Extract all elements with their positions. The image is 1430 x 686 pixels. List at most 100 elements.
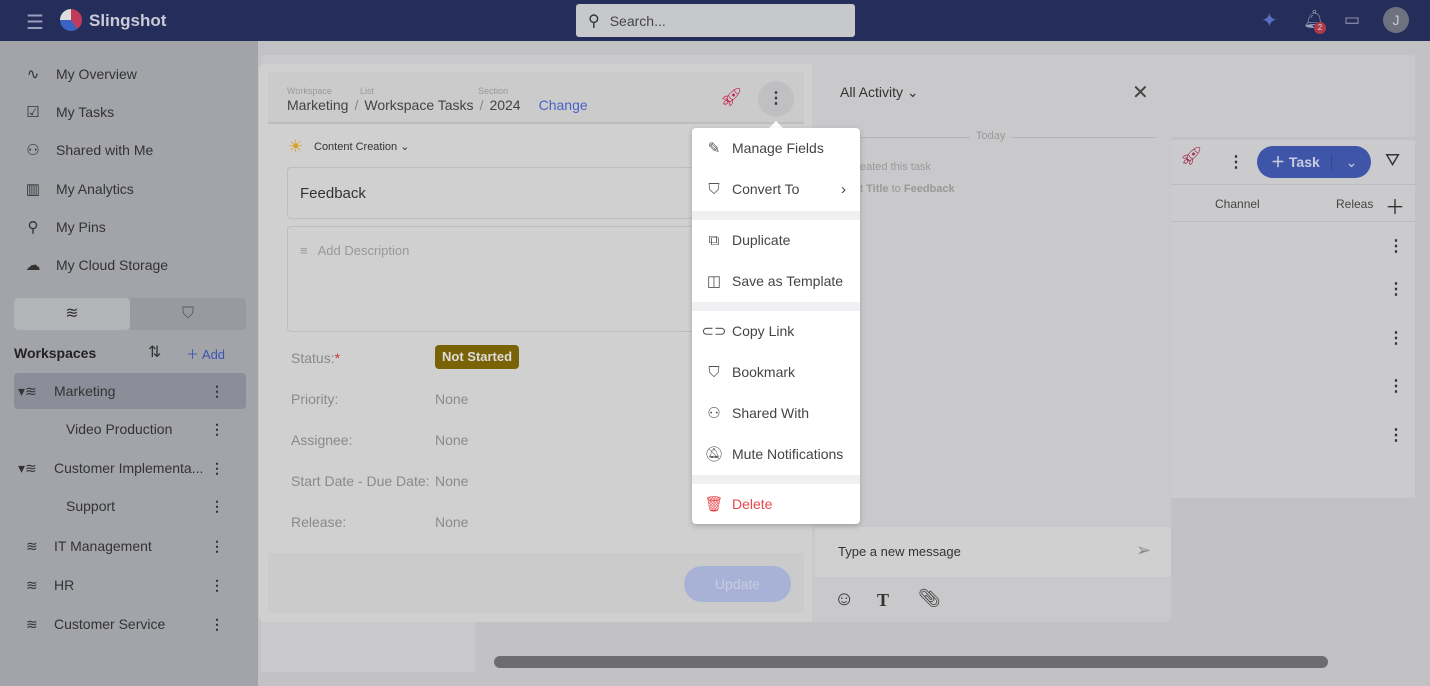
sidebar-item-label: My Cloud Storage [56,257,169,273]
lightbulb-icon: ☀ [288,137,304,156]
required-marker: * [334,350,341,366]
more-icon[interactable]: ⋮ [210,460,224,477]
menu-item-shared-with[interactable]: ⚇ Shared With [692,393,860,433]
row-more-icon[interactable]: ⋮ [1388,279,1404,299]
sidebar-tabs: ≋ ⛉ [14,298,246,330]
menu-item-manage-fields[interactable]: ✎ Manage Fields [692,128,860,168]
message-placeholder: Type a new message [838,544,961,559]
ai-sparkle-icon[interactable]: ✦ [1261,8,1278,33]
more-options-button[interactable]: ⋮ [758,81,794,117]
close-icon[interactable]: ✕ [1132,80,1149,105]
bookmark-tab-icon[interactable]: ⛉ [130,298,246,330]
add-label: Add [201,347,226,362]
row-more-icon[interactable]: ⋮ [1388,328,1404,348]
workspace-it-management[interactable]: ≋ IT Management ⋮ [14,528,246,564]
sidebar: ∿ My Overview ☑ My Tasks ⚇ Shared with Me ▥… [0,41,258,686]
chevron-right-icon: › [841,180,846,198]
menu-item-label: Convert To [732,181,800,197]
workspace-hr[interactable]: ≋ HR ⋮ [14,567,246,603]
sidebar-item-shared-with-me[interactable]: ⚇ Shared with Me [24,141,153,159]
change-location-link[interactable]: Change [539,97,588,113]
add-column-icon[interactable]: ＋ [1385,191,1405,220]
description-placeholder: Add Description [317,243,410,258]
horizontal-scrollbar[interactable] [494,656,1328,668]
column-header-release[interactable]: Releas [1336,197,1373,211]
user-add-icon: ⚇ [707,405,721,422]
rocket-icon[interactable]: 🚀︎ [720,87,743,108]
sidebar-item-my-overview[interactable]: ∿ My Overview [24,65,137,83]
breadcrumb-workspace[interactable]: Marketing [287,97,348,113]
menu-item-mute-notifications[interactable]: 🔕︎ Mute Notifications [692,434,860,474]
more-icon[interactable]: ⋮ [210,421,224,438]
pin-icon: ⚲ [27,219,39,236]
release-value[interactable]: None [435,514,468,530]
row-more-icon[interactable]: ⋮ [1388,425,1404,445]
workspace-support[interactable]: Support ⋮ [14,488,246,524]
activity-field: Title [866,183,889,195]
workspace-marketing[interactable]: ▾≋ Marketing ⋮ [14,373,246,409]
send-icon[interactable]: ➢ [1136,540,1151,561]
menu-item-duplicate[interactable]: ⧉ Duplicate [692,220,860,260]
more-icon[interactable]: ⋮ [210,383,224,400]
breadcrumb-list[interactable]: Workspace Tasks [364,97,473,113]
row-more-icon[interactable]: ⋮ [1388,236,1404,256]
more-icon[interactable]: ⋮ [1228,152,1244,172]
sidebar-item-my-pins[interactable]: ⚲ My Pins [24,218,106,236]
row-more-icon[interactable]: ⋮ [1388,376,1404,396]
field-label: Status: [291,350,335,366]
sidebar-item-my-tasks[interactable]: ☑ My Tasks [24,103,114,121]
menu-item-bookmark[interactable]: ⛉ Bookmark [692,352,860,392]
hamburger-menu-icon[interactable]: ☰ [26,10,44,35]
activity-text: t [860,183,864,195]
menu-item-save-as-template[interactable]: ◫ Save as Template [692,261,860,301]
workspace-label: IT Management [54,538,152,554]
task-title-input[interactable]: Feedback [287,167,707,219]
menu-item-copy-link[interactable]: ⊂⊃ Copy Link [692,311,860,351]
description-input[interactable]: ≡ Add Description [287,226,707,332]
sidebar-item-my-analytics[interactable]: ▥ My Analytics [24,180,134,198]
rocket-icon[interactable]: 🚀︎ [1180,146,1203,167]
sort-icon[interactable]: ⇅ [148,342,161,362]
clipboard-icon: ☑ [26,104,40,121]
chat-icon[interactable]: ▭ [1344,10,1360,30]
menu-item-delete[interactable]: 🗑︎ Delete [692,484,860,524]
more-icon[interactable]: ⋮ [210,616,224,633]
filter-icon[interactable]: ⛛ [1385,150,1400,171]
workspace-customer-service[interactable]: ≋ Customer Service ⋮ [14,606,246,642]
layers-icon: ▾≋ [18,382,37,399]
menu-item-convert-to[interactable]: ⛉ Convert To › [692,169,860,209]
search-placeholder: Search... [609,12,666,29]
column-header-channel[interactable]: Channel [1215,197,1260,211]
workspace-customer-implementation[interactable]: ▾≋ Customer Implementa... ⋮ [14,450,246,486]
search-input[interactable]: ⚲ Search... [576,4,855,37]
attachment-icon[interactable]: 📎︎ [918,588,941,609]
layers-tab-icon[interactable]: ≋ [14,298,130,330]
category-selector[interactable]: Content Creation ⌄ [314,140,409,153]
sidebar-item-my-cloud-storage[interactable]: ☁ My Cloud Storage [24,256,169,274]
activity-filter-dropdown[interactable]: All Activity ⌄ [840,84,919,101]
cloud-icon: ☁ [25,257,41,274]
priority-value[interactable]: None [435,391,468,407]
sidebar-item-label: My Pins [56,219,106,235]
message-input[interactable]: Type a new message ➢ [815,527,1171,577]
workspace-video-production[interactable]: Video Production ⋮ [14,411,246,447]
sidebar-item-label: My Overview [56,66,137,82]
activity-entry: eated this task [860,161,931,173]
more-icon[interactable]: ⋮ [210,538,224,555]
avatar[interactable]: J [1383,7,1409,33]
more-icon[interactable]: ⋮ [210,498,224,515]
emoji-icon[interactable]: ☺ [834,588,854,611]
chevron-down-icon[interactable]: ⌄ [1331,153,1371,171]
text-format-icon[interactable]: T [877,590,889,611]
assignee-value[interactable]: None [435,432,468,448]
sidebar-item-label: My Analytics [56,181,134,197]
breadcrumb-section[interactable]: 2024 [489,97,520,113]
update-button[interactable]: Update [684,566,791,602]
status-badge[interactable]: Not Started [435,345,520,369]
menu-item-label: Delete [732,496,773,512]
status-label: Status:* [291,350,340,366]
date-value[interactable]: None [435,473,468,489]
add-task-button[interactable]: ＋ Task ⌄ [1257,146,1371,178]
more-icon[interactable]: ⋮ [210,577,224,594]
add-workspace-button[interactable]: ＋ Add [186,344,225,363]
